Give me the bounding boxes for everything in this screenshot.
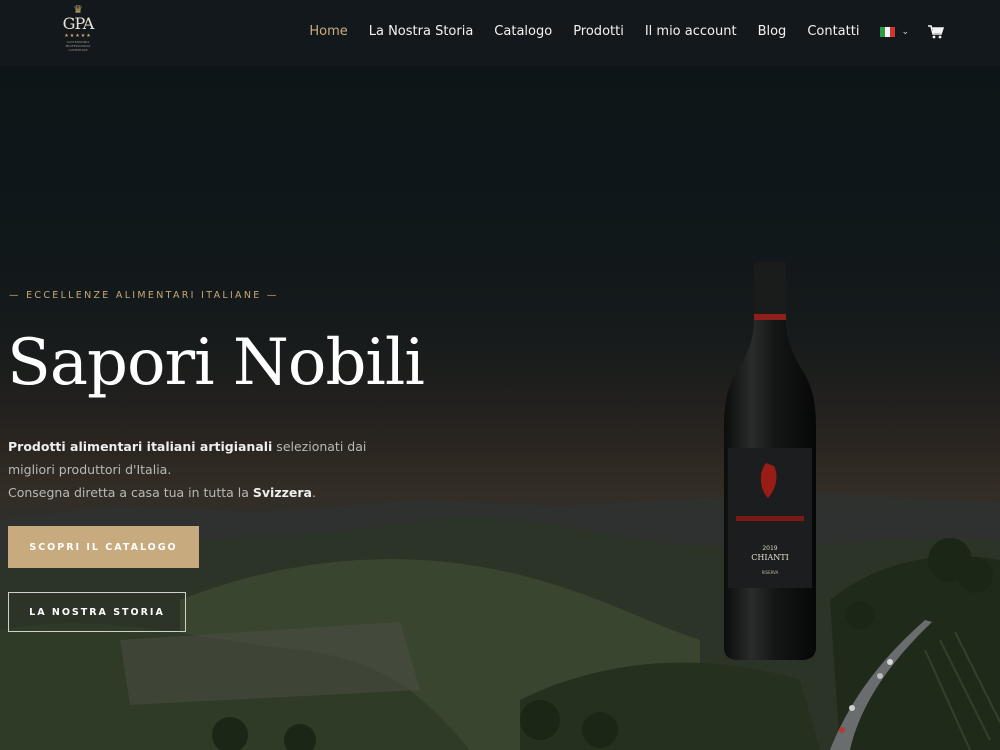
logo-stars: ★★★★★	[64, 33, 92, 39]
desc-bold-products: Prodotti alimentari italiani artigianali	[8, 439, 273, 454]
wine-bottle-image: 2019 CHIANTI RISERVA	[724, 262, 816, 660]
main-menu: Home La Nostra Storia Catalogo Prodotti …	[288, 24, 944, 39]
nav-item-catalogo[interactable]: Catalogo	[494, 24, 552, 39]
brand-logo[interactable]: ♛ GPA ★★★★★ GASTRONOMIA PROFESSIONALE AL…	[58, 4, 98, 62]
hero-title: Sapori Nobili	[7, 326, 425, 400]
our-story-button[interactable]: LA NOSTRA STORIA	[8, 592, 186, 632]
top-navbar: ♛ GPA ★★★★★ GASTRONOMIA PROFESSIONALE AL…	[0, 0, 1000, 66]
italy-flag-icon	[880, 26, 896, 37]
bottle-label-sub: RISERVA	[762, 570, 779, 575]
chevron-down-icon: ⌄	[901, 26, 909, 37]
desc-end: .	[311, 485, 316, 500]
nav-item-contatti[interactable]: Contatti	[807, 24, 859, 39]
nav-item-home[interactable]: Home	[309, 24, 347, 39]
language-switcher[interactable]: ⌄	[880, 26, 909, 37]
nav-item-il-mio-account[interactable]: Il mio account	[645, 24, 737, 39]
desc-bold-country: Svizzera	[252, 485, 312, 500]
logo-tagline: GASTRONOMIA PROFESSIONALE ALIMENTARE	[65, 40, 91, 52]
logo-mark: GPA	[62, 14, 95, 33]
hero-description: Prodotti alimentari italiani artigianali…	[8, 435, 388, 504]
nav-item-blog[interactable]: Blog	[758, 24, 787, 39]
nav-item-prodotti[interactable]: Prodotti	[573, 24, 624, 39]
cart-icon[interactable]	[928, 24, 944, 39]
desc-text-delivery: Consegna diretta a casa tua in tutta la	[8, 485, 253, 500]
bottle-label-name: CHIANTI	[751, 553, 789, 562]
bottle-label-year: 2019	[762, 545, 777, 552]
discover-catalog-button[interactable]: SCOPRI IL CATALOGO	[8, 526, 199, 568]
hero-eyebrow: — ECCELLENZE ALIMENTARI ITALIANE —	[9, 290, 279, 301]
nav-item-la-nostra-storia[interactable]: La Nostra Storia	[369, 24, 474, 39]
